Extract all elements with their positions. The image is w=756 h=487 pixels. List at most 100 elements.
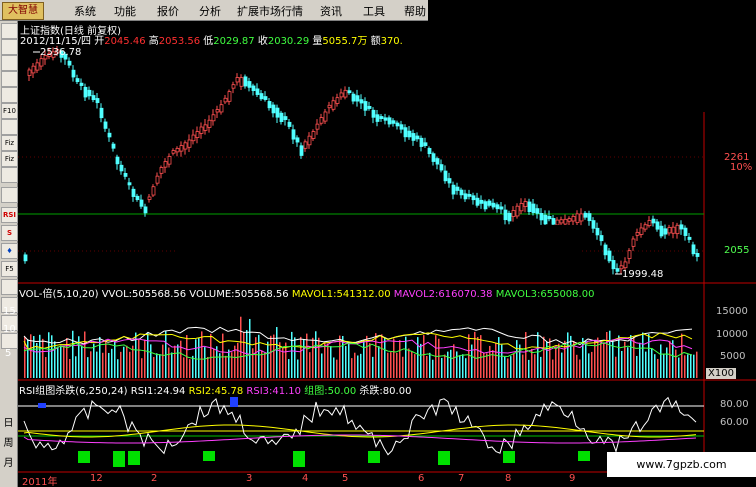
candle bbox=[691, 244, 696, 255]
volume-bar bbox=[642, 332, 644, 378]
volume-bar bbox=[462, 354, 464, 378]
toolbar-button-8[interactable]: Fiz bbox=[1, 151, 18, 167]
candle bbox=[139, 199, 144, 207]
candle bbox=[575, 213, 580, 224]
volume-bar bbox=[570, 335, 572, 378]
volume-bar bbox=[129, 351, 131, 378]
volume-bar bbox=[225, 355, 227, 378]
rsi-signal-bar bbox=[578, 451, 590, 461]
toolbar-button-4[interactable] bbox=[1, 87, 18, 103]
volume-bar bbox=[573, 340, 575, 378]
toolbar-button-10[interactable] bbox=[1, 187, 18, 203]
toolbar-button-2[interactable] bbox=[1, 55, 18, 71]
menu-quote[interactable]: 报价 bbox=[157, 3, 179, 19]
toolbar-button-13[interactable]: ♦ bbox=[1, 243, 18, 259]
volume-bar bbox=[48, 332, 50, 378]
candle bbox=[243, 76, 248, 87]
candle bbox=[363, 101, 368, 111]
candle bbox=[679, 224, 684, 230]
toolbar-button-12[interactable]: S bbox=[1, 225, 18, 241]
volume-bar bbox=[387, 352, 389, 378]
volume-bar bbox=[243, 332, 245, 378]
toolbar-button-7[interactable]: Fiz bbox=[1, 135, 18, 151]
toolbar-button-15[interactable] bbox=[1, 279, 18, 295]
volume-bar bbox=[531, 348, 533, 378]
volume-bar bbox=[84, 331, 86, 378]
toolbar-button-20[interactable]: 周 bbox=[1, 437, 16, 451]
candle bbox=[175, 147, 180, 153]
volume-bar bbox=[162, 344, 164, 378]
candle bbox=[71, 69, 76, 78]
volume-bar bbox=[330, 346, 332, 378]
candle bbox=[539, 213, 544, 221]
menu-system[interactable]: 系统 bbox=[74, 3, 96, 19]
volume-ma-line bbox=[23, 326, 693, 346]
group-label: 组图: bbox=[304, 386, 328, 397]
candle bbox=[327, 104, 332, 109]
mavol1-value: 541312.00 bbox=[336, 289, 391, 300]
candle bbox=[519, 203, 524, 212]
toolbar-button-3[interactable] bbox=[1, 71, 18, 87]
volume-bar bbox=[273, 334, 275, 378]
volume-bar bbox=[600, 342, 602, 378]
mavol3-value: 655008.00 bbox=[540, 289, 595, 300]
volume-bar bbox=[117, 359, 119, 378]
volume-bar bbox=[150, 344, 152, 378]
candle bbox=[199, 126, 204, 134]
toolbar-button-11[interactable]: RSI bbox=[1, 207, 18, 223]
toolbar-button-1[interactable] bbox=[1, 39, 18, 55]
candle bbox=[507, 212, 512, 222]
rsi-signal-bar bbox=[203, 451, 215, 461]
volume-bar bbox=[687, 354, 689, 378]
candle bbox=[379, 116, 384, 120]
candle bbox=[411, 133, 416, 141]
volume-bar bbox=[267, 341, 269, 378]
volume-bar bbox=[696, 351, 698, 378]
volume-bar bbox=[666, 347, 668, 378]
candle bbox=[663, 228, 668, 235]
left-toolbar: F10 Fiz Fiz RSI S ♦ F5 日周月 bbox=[0, 21, 18, 487]
volume-bar bbox=[294, 337, 296, 378]
menu-news[interactable]: 资讯 bbox=[320, 3, 342, 19]
volume-bar bbox=[561, 352, 563, 378]
volume-bar bbox=[438, 338, 440, 378]
menu-extended-market[interactable]: 扩展市场行情 bbox=[237, 3, 303, 19]
toolbar-button-18[interactable] bbox=[1, 333, 18, 349]
volume-bar bbox=[528, 359, 530, 378]
toolbar-button-6[interactable] bbox=[1, 119, 18, 135]
candle bbox=[251, 85, 256, 91]
toolbar-button-5[interactable]: F10 bbox=[1, 103, 18, 119]
candle bbox=[79, 82, 84, 86]
candle bbox=[599, 235, 604, 242]
toolbar-button-19[interactable]: 日 bbox=[1, 417, 16, 431]
volume-bar bbox=[429, 352, 431, 378]
volume-bar bbox=[198, 337, 200, 378]
candle bbox=[167, 155, 172, 165]
kill-value: 80.00 bbox=[382, 386, 412, 397]
toolbar-button-9[interactable] bbox=[1, 167, 18, 183]
menu-help[interactable]: 帮助 bbox=[404, 3, 426, 19]
menu-analysis[interactable]: 分析 bbox=[199, 3, 221, 19]
candle bbox=[479, 199, 484, 204]
vvol-label: VVOL: bbox=[101, 289, 133, 300]
toolbar-button-14[interactable]: F5 bbox=[1, 261, 18, 277]
high-marker-label: 2536.78 bbox=[40, 47, 82, 58]
open-label: 开 bbox=[94, 36, 105, 47]
toolbar-button-21[interactable]: 月 bbox=[1, 457, 16, 471]
menu-tools[interactable]: 工具 bbox=[363, 3, 385, 19]
volume-bar bbox=[480, 335, 482, 378]
date-4: 4 bbox=[302, 473, 309, 484]
volume-bar bbox=[534, 354, 536, 378]
volume-bar bbox=[495, 343, 497, 378]
volume-bar bbox=[405, 336, 407, 378]
high-label: 高 bbox=[148, 36, 159, 47]
candle bbox=[315, 123, 320, 130]
volume-bar bbox=[345, 346, 347, 378]
menu-function[interactable]: 功能 bbox=[114, 3, 136, 19]
candle bbox=[311, 131, 316, 139]
candle bbox=[95, 98, 100, 104]
candle bbox=[319, 117, 324, 124]
volume-bar bbox=[519, 344, 521, 378]
volume-bar bbox=[297, 359, 299, 378]
toolbar-button-0[interactable] bbox=[1, 23, 18, 39]
